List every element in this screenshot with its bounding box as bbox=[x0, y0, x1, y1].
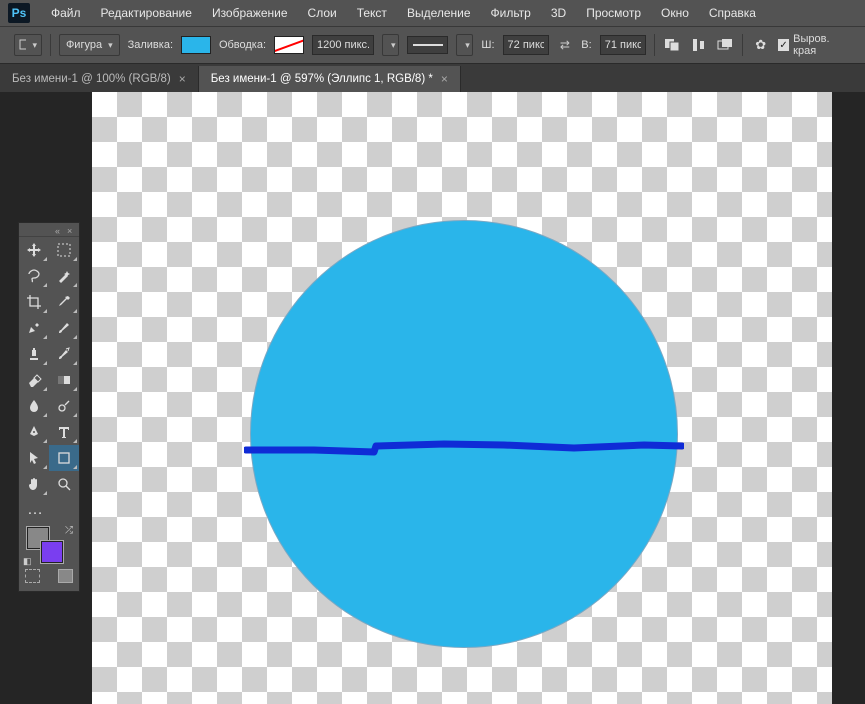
ellipse-shape[interactable] bbox=[250, 220, 678, 648]
document-tab[interactable]: Без имени-1 @ 597% (Эллипс 1, RGB/8) * × bbox=[199, 66, 461, 92]
quick-mask-row bbox=[19, 567, 79, 585]
color-picker: ⤮ ◧ bbox=[19, 523, 79, 567]
path-ops-icon[interactable] bbox=[663, 35, 682, 55]
gear-icon[interactable]: ✿ bbox=[751, 35, 770, 55]
align-edges-checkbox[interactable]: ✓ Выров. края bbox=[778, 33, 851, 57]
options-bar: Фигура Заливка: Обводка: Ш: ⇄ В: ✿ ✓ Выр… bbox=[0, 26, 865, 64]
default-colors-icon[interactable]: ◧ bbox=[23, 556, 32, 567]
path-selection-tool[interactable] bbox=[19, 445, 49, 471]
width-label: Ш: bbox=[481, 39, 494, 51]
menu-layer[interactable]: Слои bbox=[299, 2, 346, 24]
align-icon[interactable] bbox=[689, 35, 708, 55]
menu-text[interactable]: Текст bbox=[348, 2, 396, 24]
dodge-tool[interactable] bbox=[49, 393, 79, 419]
type-tool[interactable] bbox=[49, 419, 79, 445]
mode-dropdown[interactable]: Фигура bbox=[59, 34, 120, 56]
close-icon[interactable]: × bbox=[67, 226, 75, 234]
separator bbox=[654, 34, 655, 56]
canvas[interactable] bbox=[92, 92, 832, 704]
stroke-label: Обводка: bbox=[219, 39, 266, 51]
align-edges-label: Выров. края bbox=[793, 33, 851, 57]
close-icon[interactable]: × bbox=[441, 72, 448, 86]
app-logo[interactable]: Ps bbox=[8, 3, 30, 23]
stroke-width-dropdown[interactable] bbox=[382, 34, 399, 56]
separator bbox=[50, 34, 51, 56]
stroke-style-drop[interactable] bbox=[456, 34, 473, 56]
magic-wand-tool[interactable] bbox=[49, 263, 79, 289]
swap-colors-icon[interactable]: ⤮ bbox=[65, 525, 73, 536]
menu-view[interactable]: Просмотр bbox=[577, 2, 650, 24]
hand-tool[interactable] bbox=[19, 471, 49, 497]
link-wh-icon[interactable]: ⇄ bbox=[557, 36, 574, 54]
shape-tool-preset[interactable] bbox=[14, 34, 42, 56]
document-tab[interactable]: Без имени-1 @ 100% (RGB/8) × bbox=[0, 66, 199, 92]
more-tools[interactable]: … bbox=[19, 497, 49, 523]
background-color[interactable] bbox=[41, 541, 63, 563]
lasso-tool[interactable] bbox=[19, 263, 49, 289]
canvas-viewport[interactable] bbox=[92, 92, 865, 704]
menu-filter[interactable]: Фильтр bbox=[482, 2, 540, 24]
menu-select[interactable]: Выделение bbox=[398, 2, 480, 24]
separator bbox=[742, 34, 743, 56]
menu-file[interactable]: Файл bbox=[42, 2, 90, 24]
eraser-tool[interactable] bbox=[19, 367, 49, 393]
history-brush-tool[interactable] bbox=[49, 341, 79, 367]
fill-label: Заливка: bbox=[128, 39, 173, 51]
panel-header: « × bbox=[19, 223, 79, 237]
marquee-tool[interactable] bbox=[49, 237, 79, 263]
tab-label: Без имени-1 @ 100% (RGB/8) bbox=[12, 73, 171, 85]
move-tool[interactable] bbox=[19, 237, 49, 263]
crop-tool[interactable] bbox=[19, 289, 49, 315]
pen-tool[interactable] bbox=[19, 419, 49, 445]
tab-label: Без имени-1 @ 597% (Эллипс 1, RGB/8) * bbox=[211, 73, 433, 85]
close-icon[interactable]: × bbox=[179, 72, 186, 86]
brush-tool[interactable] bbox=[49, 315, 79, 341]
shape-tool[interactable] bbox=[49, 445, 79, 471]
healing-brush-tool[interactable] bbox=[19, 315, 49, 341]
menu-edit[interactable]: Редактирование bbox=[92, 2, 201, 24]
height-input[interactable] bbox=[600, 35, 646, 55]
tool-grid: … bbox=[19, 237, 79, 523]
zoom-tool[interactable] bbox=[49, 471, 79, 497]
menu-help[interactable]: Справка bbox=[700, 2, 765, 24]
screen-mode-button[interactable] bbox=[58, 569, 73, 583]
stroke-style-dropdown[interactable] bbox=[407, 36, 448, 54]
document-tab-bar: Без имени-1 @ 100% (RGB/8) × Без имени-1… bbox=[0, 64, 865, 92]
menu-window[interactable]: Окно bbox=[652, 2, 698, 24]
standard-mode-button[interactable] bbox=[25, 569, 40, 583]
width-input[interactable] bbox=[503, 35, 549, 55]
tools-panel: « × … ⤮ bbox=[18, 222, 80, 592]
rectangle-icon bbox=[19, 39, 26, 51]
arrange-icon[interactable] bbox=[716, 35, 735, 55]
brush-stroke bbox=[244, 440, 684, 456]
clone-stamp-tool[interactable] bbox=[19, 341, 49, 367]
stroke-swatch[interactable] bbox=[274, 36, 304, 54]
collapse-icon[interactable]: « bbox=[55, 226, 63, 234]
blur-tool[interactable] bbox=[19, 393, 49, 419]
height-label: В: bbox=[581, 39, 591, 51]
fill-swatch[interactable] bbox=[181, 36, 211, 54]
combine-icon bbox=[664, 38, 680, 52]
arrange-shapes-icon bbox=[717, 38, 733, 52]
align-shapes-icon bbox=[691, 38, 707, 52]
gradient-tool[interactable] bbox=[49, 367, 79, 393]
line-icon bbox=[413, 44, 443, 46]
workspace: « × … ⤮ bbox=[0, 92, 865, 704]
checkbox-icon: ✓ bbox=[778, 39, 789, 51]
menu-bar: Ps Файл Редактирование Изображение Слои … bbox=[0, 0, 865, 26]
menu-3d[interactable]: 3D bbox=[542, 2, 575, 24]
menu-image[interactable]: Изображение bbox=[203, 2, 297, 24]
stroke-width-input[interactable] bbox=[312, 35, 374, 55]
eyedropper-tool[interactable] bbox=[49, 289, 79, 315]
